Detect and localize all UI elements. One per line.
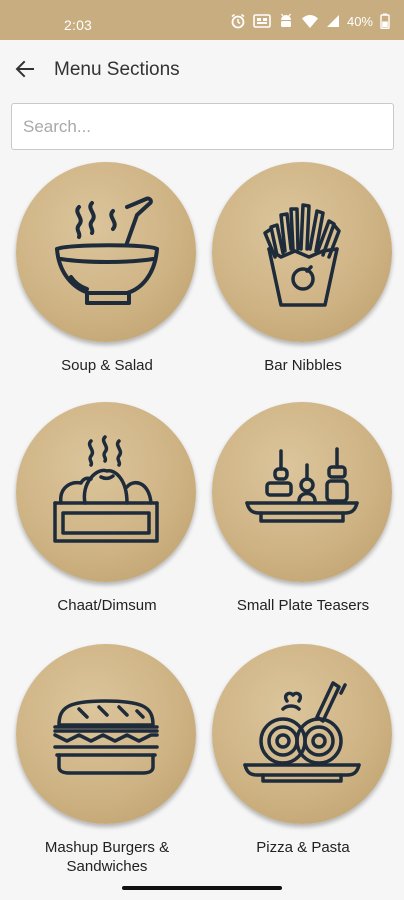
section-icon-circle	[16, 162, 196, 342]
app-bar: Menu Sections	[0, 40, 404, 98]
section-label: Chaat/Dimsum	[57, 597, 157, 614]
section-icon-circle	[212, 402, 392, 582]
cast-icon	[253, 14, 271, 28]
section-icon-circle	[16, 644, 196, 824]
section-icon-circle	[212, 644, 392, 824]
section-icon-circle	[212, 162, 392, 342]
battery-percent: 40%	[346, 13, 373, 29]
sandwich-icon	[53, 699, 159, 775]
section-label: Small Plate Teasers	[236, 597, 370, 614]
alarm-icon	[231, 13, 245, 29]
search-input[interactable]	[11, 103, 394, 150]
section-tile-chaat-dimsum[interactable]: Chaat/Dimsum	[12, 402, 202, 628]
section-label: Soup & Salad	[61, 357, 153, 374]
status-time: 2:03	[64, 17, 93, 33]
section-tile-soup-salad[interactable]: Soup & Salad	[12, 162, 202, 388]
section-label: Bar Nibbles	[264, 357, 342, 374]
skewer-plate-icon	[245, 447, 359, 523]
pasta-plate-icon	[243, 681, 361, 783]
back-button[interactable]	[8, 52, 42, 86]
arrow-left-icon	[15, 60, 34, 78]
section-tile-pizza-pasta[interactable]: Pizza & Pasta	[208, 644, 398, 870]
home-gesture-handle[interactable]	[122, 886, 282, 890]
section-tile-small-plate-teasers[interactable]: Small Plate Teasers	[208, 402, 398, 628]
status-bar: 2:03 40%	[0, 0, 404, 40]
page-title: Menu Sections	[54, 59, 180, 80]
status-icons: 40%	[230, 13, 390, 29]
section-tile-bar-nibbles[interactable]: Bar Nibbles	[208, 162, 398, 388]
french-fries-icon	[263, 203, 341, 307]
signal-icon	[326, 15, 339, 27]
soup-bowl-icon	[55, 196, 159, 305]
section-label: Mashup Burgers & Sandwiches	[44, 839, 170, 875]
battery-icon	[380, 13, 390, 29]
android-icon	[280, 13, 291, 27]
section-label: Pizza & Pasta	[256, 839, 350, 856]
section-tile-burgers-sandwiches[interactable]: Mashup Burgers & Sandwiches	[12, 644, 202, 875]
wifi-icon	[301, 15, 318, 28]
dimsum-steamer-icon	[53, 435, 159, 543]
section-icon-circle	[16, 402, 196, 582]
